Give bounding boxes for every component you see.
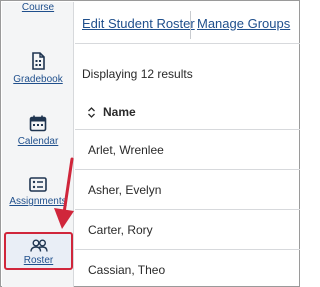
sidebar-nav: Course Gradebook Calendar Assignments Ro… bbox=[2, 2, 74, 287]
student-name: Carter, Rory bbox=[88, 223, 153, 237]
tab-divider bbox=[190, 11, 191, 39]
sidebar-item-assignments[interactable]: Assignments bbox=[2, 177, 74, 207]
student-name: Asher, Evelyn bbox=[88, 183, 162, 197]
roster-icon bbox=[29, 239, 48, 252]
column-header-label: Name bbox=[103, 105, 136, 119]
roster-tabs: Edit Student Roster Manage Groups bbox=[75, 2, 300, 44]
sidebar-item-label: Roster bbox=[23, 255, 54, 266]
main-content: Edit Student Roster Manage Groups Displa… bbox=[75, 2, 300, 287]
sidebar-item-label: Calendar bbox=[17, 136, 59, 147]
sort-icon bbox=[88, 107, 95, 118]
results-count: Displaying 12 results bbox=[82, 67, 193, 81]
name-column-header[interactable]: Name bbox=[75, 92, 300, 130]
table-row[interactable]: Carter, Rory bbox=[75, 210, 300, 250]
student-name: Cassian, Theo bbox=[88, 263, 166, 277]
app-window: Course Gradebook Calendar Assignments Ro… bbox=[0, 0, 300, 287]
sidebar-item-calendar[interactable]: Calendar bbox=[2, 115, 74, 147]
sidebar-item-course[interactable]: Course bbox=[2, 0, 74, 13]
sidebar-item-label: Course bbox=[21, 2, 55, 13]
student-name: Arlet, Wrenlee bbox=[88, 143, 164, 157]
table-row[interactable]: Arlet, Wrenlee bbox=[75, 130, 300, 170]
sidebar-item-roster[interactable]: Roster bbox=[4, 232, 73, 270]
sidebar-item-label: Assignments bbox=[9, 196, 67, 207]
table-row[interactable]: Cassian, Theo bbox=[75, 250, 300, 287]
tab-manage-groups[interactable]: Manage Groups bbox=[197, 16, 290, 31]
sidebar-item-label: Gradebook bbox=[13, 74, 63, 85]
assignments-icon bbox=[29, 177, 47, 192]
table-row[interactable]: Asher, Evelyn bbox=[75, 170, 300, 210]
calendar-icon bbox=[29, 115, 47, 132]
tab-edit-student-roster[interactable]: Edit Student Roster bbox=[82, 16, 195, 31]
gradebook-icon bbox=[32, 52, 45, 70]
sidebar-item-gradebook[interactable]: Gradebook bbox=[2, 52, 74, 85]
